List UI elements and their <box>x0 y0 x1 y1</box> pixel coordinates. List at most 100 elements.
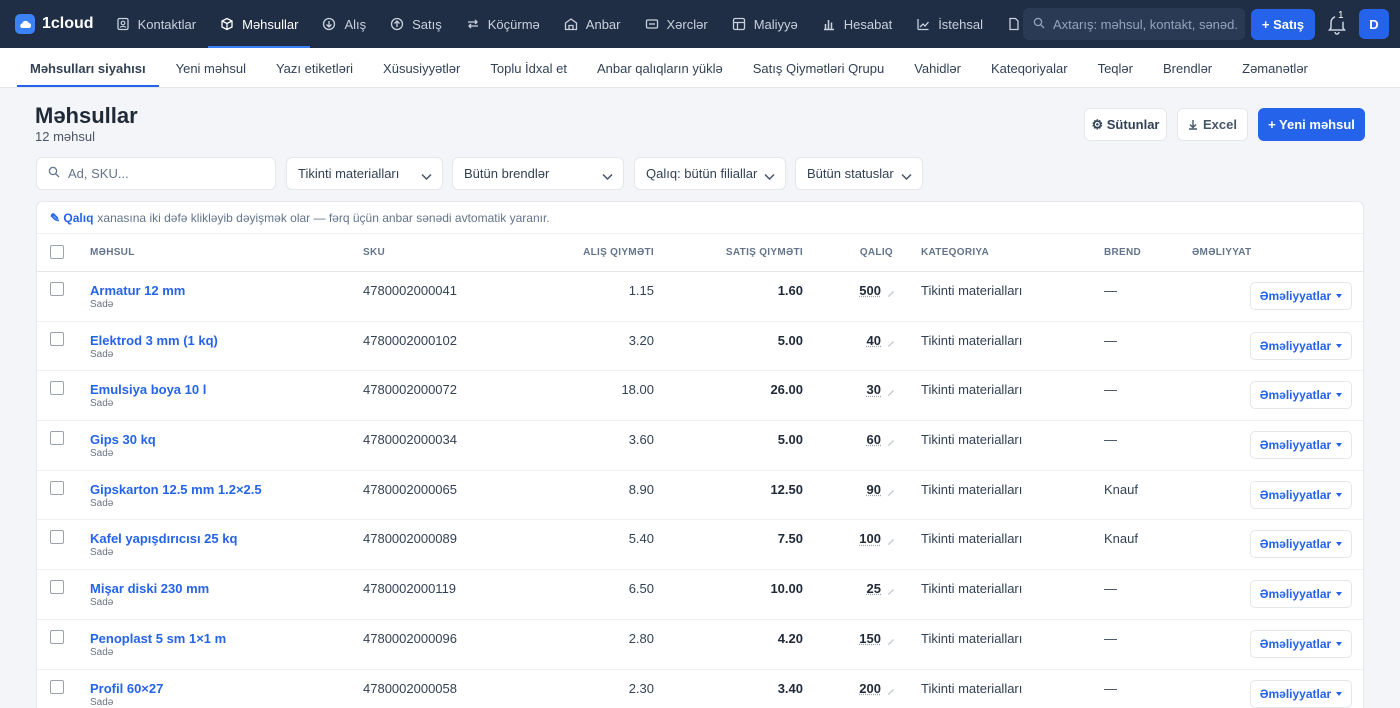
tab-warranties[interactable]: Zəmanətlər <box>1229 50 1321 86</box>
header-category[interactable]: Kateqoriya <box>921 247 989 258</box>
tab-labels[interactable]: Yazı etiketləri <box>263 50 366 86</box>
global-search[interactable] <box>1023 8 1245 40</box>
actions-dropdown-button[interactable]: Əməliyyatlar <box>1250 530 1352 559</box>
product-name-link[interactable]: Gips 30 kq <box>90 432 156 447</box>
excel-button[interactable]: Excel <box>1177 108 1248 141</box>
sell-price: 7.50 <box>777 531 803 547</box>
header-brand[interactable]: Brend <box>1104 247 1141 258</box>
tab-brands[interactable]: Brendlər <box>1150 50 1225 86</box>
row-checkbox[interactable] <box>50 331 64 346</box>
tab-categories[interactable]: Kateqoriyalar <box>978 50 1081 86</box>
nav-item-purchase[interactable]: Alış <box>310 0 378 48</box>
nav-item-warehouse[interactable]: Anbar <box>552 0 633 48</box>
select-all-checkbox[interactable] <box>50 245 64 259</box>
actions-dropdown-button[interactable]: Əməliyyatlar <box>1250 381 1352 410</box>
row-checkbox[interactable] <box>50 431 64 446</box>
product-name-link[interactable]: Armatur 12 mm <box>90 283 185 298</box>
row-checkbox[interactable] <box>50 679 64 694</box>
nav-item-more[interactable] <box>995 0 1019 48</box>
global-search-input[interactable] <box>1053 16 1238 32</box>
nav-label: İstehsal <box>938 16 983 32</box>
header-sku[interactable]: SKU <box>363 247 385 258</box>
status-select[interactable]: Bütün statuslar <box>795 157 923 190</box>
header-stock[interactable]: Qalıq <box>860 247 893 258</box>
brand-select[interactable]: Bütün brendlər <box>452 157 624 190</box>
new-product-button[interactable]: + Yeni məhsul <box>1258 108 1365 141</box>
table-row: Penoplast 5 sm 1×1 m Sadə 4780002000096 … <box>37 620 1363 670</box>
actions-dropdown-button[interactable]: Əməliyyatlar <box>1250 580 1352 609</box>
product-search-input[interactable] <box>68 166 268 181</box>
header-buy-price[interactable]: Alış qiyməti <box>583 247 654 258</box>
table-header: Məhsul SKU Alış qiyməti Satış qiyməti Qa… <box>37 234 1363 272</box>
actions-dropdown-button[interactable]: Əməliyyatlar <box>1250 629 1352 658</box>
stock-quantity[interactable]: 40 <box>867 333 881 348</box>
pencil-icon <box>887 336 895 351</box>
columns-button[interactable]: ⚙ Sütunlar <box>1084 108 1167 141</box>
header-sell-price[interactable]: Satış qiyməti <box>726 247 803 258</box>
product-sku: 4780002000065 <box>363 481 457 497</box>
nav-item-contacts[interactable]: Kontaktlar <box>104 0 209 48</box>
nav-item-transfer[interactable]: Köçürmə <box>454 0 552 48</box>
stock-quantity[interactable]: 90 <box>867 482 881 497</box>
nav-item-report[interactable]: Hesabat <box>810 0 904 48</box>
tab-bulk-import[interactable]: Toplu İdxal et <box>477 50 580 86</box>
row-checkbox[interactable] <box>50 530 64 545</box>
nav-item-products[interactable]: Məhsullar <box>208 0 311 48</box>
actions-dropdown-button[interactable]: Əməliyyatlar <box>1250 331 1352 360</box>
actions-dropdown-button[interactable]: Əməliyyatlar <box>1250 282 1352 310</box>
row-checkbox[interactable] <box>50 629 64 644</box>
download-icon <box>1188 119 1198 130</box>
tab-tags[interactable]: Teqlər <box>1085 50 1146 86</box>
row-checkbox[interactable] <box>50 381 64 396</box>
app-logo[interactable]: 1cloud <box>15 14 94 34</box>
header-product[interactable]: Məhsul <box>90 247 135 258</box>
actions-dropdown-button[interactable]: Əməliyyatlar <box>1250 480 1352 509</box>
actions-dropdown-button[interactable]: Əməliyyatlar <box>1250 679 1352 708</box>
product-name-link[interactable]: Kafel yapışdırıcısı 25 kq <box>90 531 237 546</box>
buy-price: 2.30 <box>628 680 654 696</box>
stock-quantity[interactable]: 25 <box>867 581 881 596</box>
stock-quantity[interactable]: 200 <box>859 681 881 696</box>
row-checkbox[interactable] <box>50 282 64 296</box>
tab-price-groups[interactable]: Satış Qiymətləri Qrupu <box>740 50 898 86</box>
product-brand: — <box>1104 581 1117 597</box>
tab-new-product[interactable]: Yeni məhsul <box>163 50 259 86</box>
stock-quantity[interactable]: 60 <box>867 432 881 447</box>
tab-units[interactable]: Vahidlər <box>901 50 974 86</box>
nav-item-sale[interactable]: Satış <box>378 0 454 48</box>
actions-dropdown-button[interactable]: Əməliyyatlar <box>1250 431 1352 460</box>
nav-item-production[interactable]: İstehsal <box>904 0 995 48</box>
stock-quantity[interactable]: 100 <box>859 531 881 546</box>
row-checkbox[interactable] <box>50 480 64 495</box>
stock-quantity[interactable]: 30 <box>867 382 881 397</box>
caret-down-icon <box>1336 443 1343 448</box>
product-type: Sadə <box>90 398 114 410</box>
stock-branch-select[interactable]: Qalıq: bütün filiallar <box>634 157 786 190</box>
stock-quantity[interactable]: 150 <box>859 631 881 646</box>
row-checkbox[interactable] <box>50 580 64 595</box>
product-name-link[interactable]: Gipskarton 12.5 mm 1.2×2.5 <box>90 482 262 497</box>
product-sku: 4780002000072 <box>363 382 457 398</box>
new-sale-button[interactable]: + Satış <box>1251 9 1315 40</box>
nav-label: Maliyyə <box>753 16 798 32</box>
product-name-link[interactable]: Penoplast 5 sm 1×1 m <box>90 631 226 646</box>
category-select[interactable]: Tikinti materialları <box>286 157 443 190</box>
product-sku: 4780002000089 <box>363 531 457 547</box>
edit-hint: ✎ Qalıq xanasına iki dəfə klikləyib dəyi… <box>37 202 1363 234</box>
user-avatar[interactable]: D <box>1359 9 1389 39</box>
product-name-link[interactable]: Emulsiya boya 10 l <box>90 382 206 397</box>
product-name-link[interactable]: Profil 60×27 <box>90 681 163 696</box>
tab-attributes[interactable]: Xüsusiyyətlər <box>370 50 473 86</box>
sub-navbar: Məhsulları siyahısı Yeni məhsul Yazı eti… <box>0 48 1400 88</box>
nav-item-expenses[interactable]: Xərclər <box>633 0 720 48</box>
tab-product-list[interactable]: Məhsulları siyahısı <box>17 50 159 87</box>
hint-text: xanasına iki dəfə klikləyib dəyişmək ola… <box>97 210 550 225</box>
product-name-link[interactable]: Elektrod 3 mm (1 kq) <box>90 333 218 348</box>
tab-stock-upload[interactable]: Anbar qalıqların yüklə <box>584 50 736 86</box>
chevron-down-icon <box>764 169 775 184</box>
nav-item-finance[interactable]: Maliyyə <box>720 0 810 48</box>
product-search[interactable] <box>36 157 276 190</box>
product-name-link[interactable]: Mişar diski 230 mm <box>90 581 209 596</box>
pencil-icon <box>887 684 895 699</box>
stock-quantity[interactable]: 500 <box>859 283 881 298</box>
